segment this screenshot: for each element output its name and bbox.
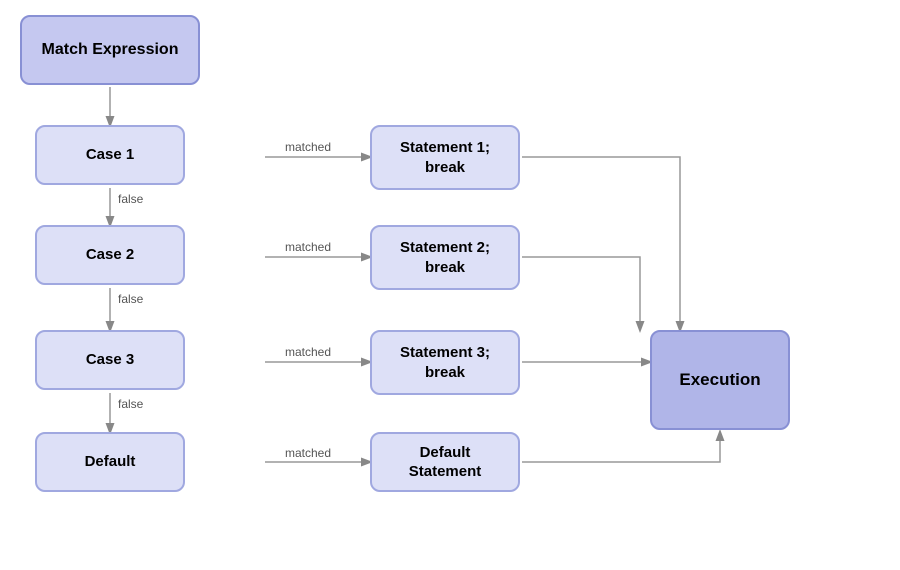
false-label-2: false bbox=[118, 292, 143, 306]
default-stmt-label: DefaultStatement bbox=[409, 443, 482, 482]
execution-label: Execution bbox=[679, 369, 760, 391]
match-expression-node: Match Expression bbox=[20, 15, 200, 85]
matched-label-1: matched bbox=[285, 140, 331, 154]
stmt1-label: Statement 1;break bbox=[400, 138, 490, 177]
default-label: Default bbox=[85, 452, 136, 472]
case1-node: Case 1 bbox=[35, 125, 185, 185]
false-label-3: false bbox=[118, 397, 143, 411]
execution-node: Execution bbox=[650, 330, 790, 430]
false-label-1: false bbox=[118, 192, 143, 206]
matched-label-2: matched bbox=[285, 240, 331, 254]
default-stmt-node: DefaultStatement bbox=[370, 432, 520, 492]
stmt3-label: Statement 3;break bbox=[400, 343, 490, 382]
case3-node: Case 3 bbox=[35, 330, 185, 390]
case1-label: Case 1 bbox=[86, 145, 134, 165]
diagram: Match Expression Case 1 Case 2 Case 3 De… bbox=[0, 0, 900, 570]
stmt3-node: Statement 3;break bbox=[370, 330, 520, 395]
match-expression-label: Match Expression bbox=[42, 40, 179, 61]
stmt1-node: Statement 1;break bbox=[370, 125, 520, 190]
case2-node: Case 2 bbox=[35, 225, 185, 285]
matched-label-4: matched bbox=[285, 446, 331, 460]
matched-label-3: matched bbox=[285, 345, 331, 359]
stmt2-node: Statement 2;break bbox=[370, 225, 520, 290]
default-node: Default bbox=[35, 432, 185, 492]
case3-label: Case 3 bbox=[86, 350, 134, 370]
stmt2-label: Statement 2;break bbox=[400, 238, 490, 277]
case2-label: Case 2 bbox=[86, 245, 134, 265]
